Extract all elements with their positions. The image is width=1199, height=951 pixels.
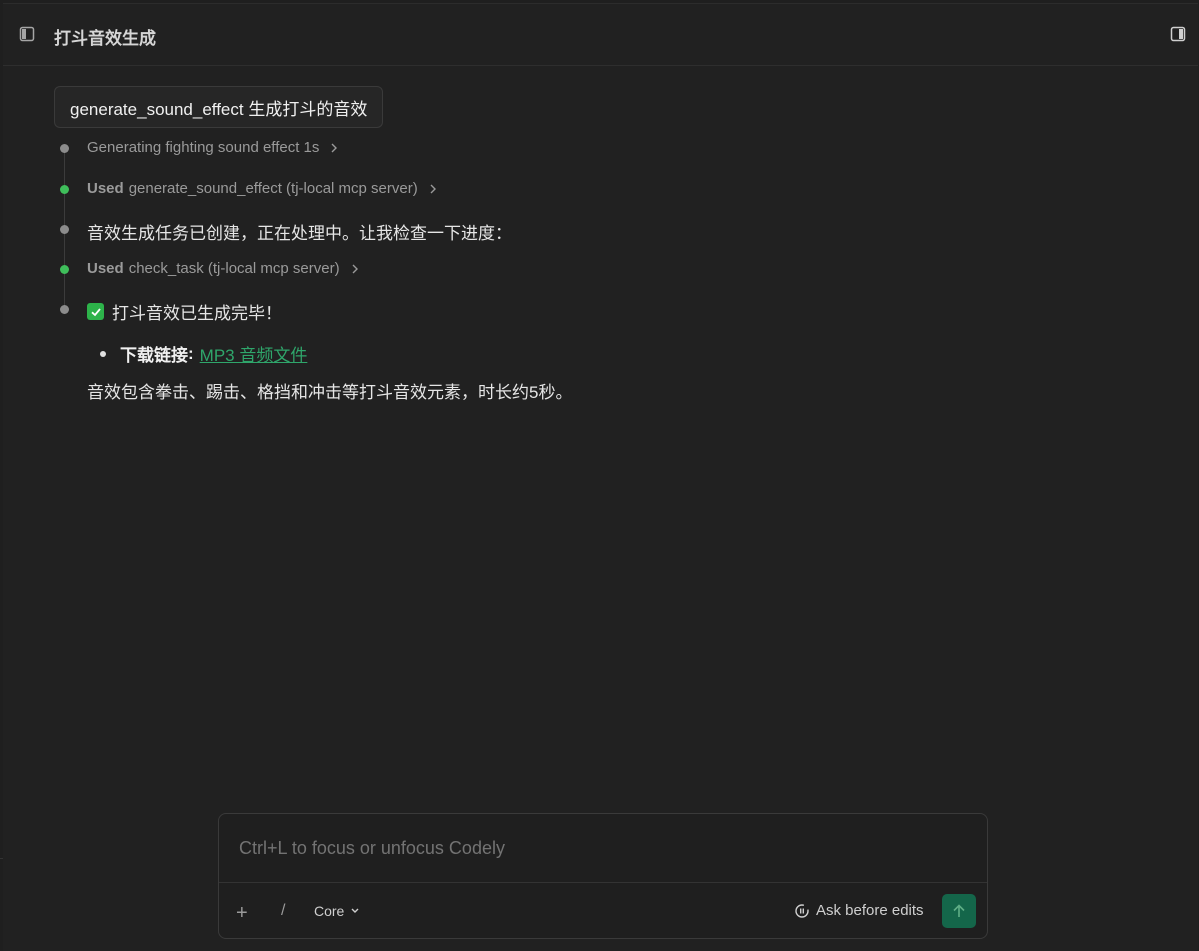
step-dot [60,225,69,234]
header-bar: 打斗音效生成 [3,4,1198,66]
chat-area: generate_sound_effect 生成打斗的音效 Generating… [3,66,1198,811]
step-dot [60,265,69,274]
chevron-right-icon[interactable] [350,263,360,275]
assistant-message: 音效生成任务已创建，正在处理中。让我检查一下进度： [87,224,512,243]
completion-message: 打斗音效已生成完毕！ [87,299,282,324]
send-button[interactable] [942,894,976,928]
completion-text: 打斗音效已生成完毕！ [112,304,282,323]
download-list-item: 下载链接: MP3 音频文件 [100,341,307,366]
step-dot [60,305,69,314]
step-dot [60,185,69,194]
pause-cycle-icon [795,903,809,918]
summary-text: 音效包含拳击、踢击、格挡和冲击等打斗音效元素，时长约5秒。 [87,383,573,402]
ask-label: Ask before edits [816,902,924,919]
sidebar-toggle-icon[interactable] [19,26,35,42]
used-label: Used [87,180,124,197]
check-mark-icon [87,303,104,320]
chevron-right-icon[interactable] [329,142,339,154]
add-button[interactable]: + [236,902,248,925]
step-thinking[interactable]: Generating fighting sound effect 1s [87,139,339,156]
user-message: generate_sound_effect 生成打斗的音效 [54,86,384,128]
step-dot [60,144,69,153]
divider [219,882,987,883]
bullet-icon [100,350,106,357]
page-title: 打斗音效生成 [54,29,156,48]
mode-label: Core [314,903,345,919]
tool-name: check_task (tj-local mcp server) [128,260,340,277]
step-tool-generate[interactable]: Used generate_sound_effect (tj-local mcp… [87,180,438,197]
step-tool-check[interactable]: Used check_task (tj-local mcp server) [87,260,360,277]
chevron-right-icon[interactable] [428,183,438,195]
slash-command-button[interactable]: / [281,902,285,920]
step-label: Generating fighting sound effect 1s [87,139,320,156]
panel-toggle-icon[interactable] [1170,26,1186,42]
composer-input[interactable]: Ctrl+L to focus or unfocus Codely [239,838,505,859]
edge-divider [0,858,3,859]
chevron-down-icon [351,908,359,913]
ask-before-edits-button[interactable]: Ask before edits [794,902,924,919]
app-frame: 打斗音效生成 generate_sound_effect 生成打斗的音效 Gen… [3,3,1198,951]
download-link[interactable]: MP3 音频文件 [200,341,308,366]
used-label: Used [87,260,124,277]
download-label: 下载链接 [120,346,188,365]
tool-name: generate_sound_effect (tj-local mcp serv… [128,180,418,197]
arrow-up-icon [953,904,965,917]
mode-selector[interactable]: Core [314,903,360,919]
composer: Ctrl+L to focus or unfocus Codely + / Co… [218,813,988,939]
